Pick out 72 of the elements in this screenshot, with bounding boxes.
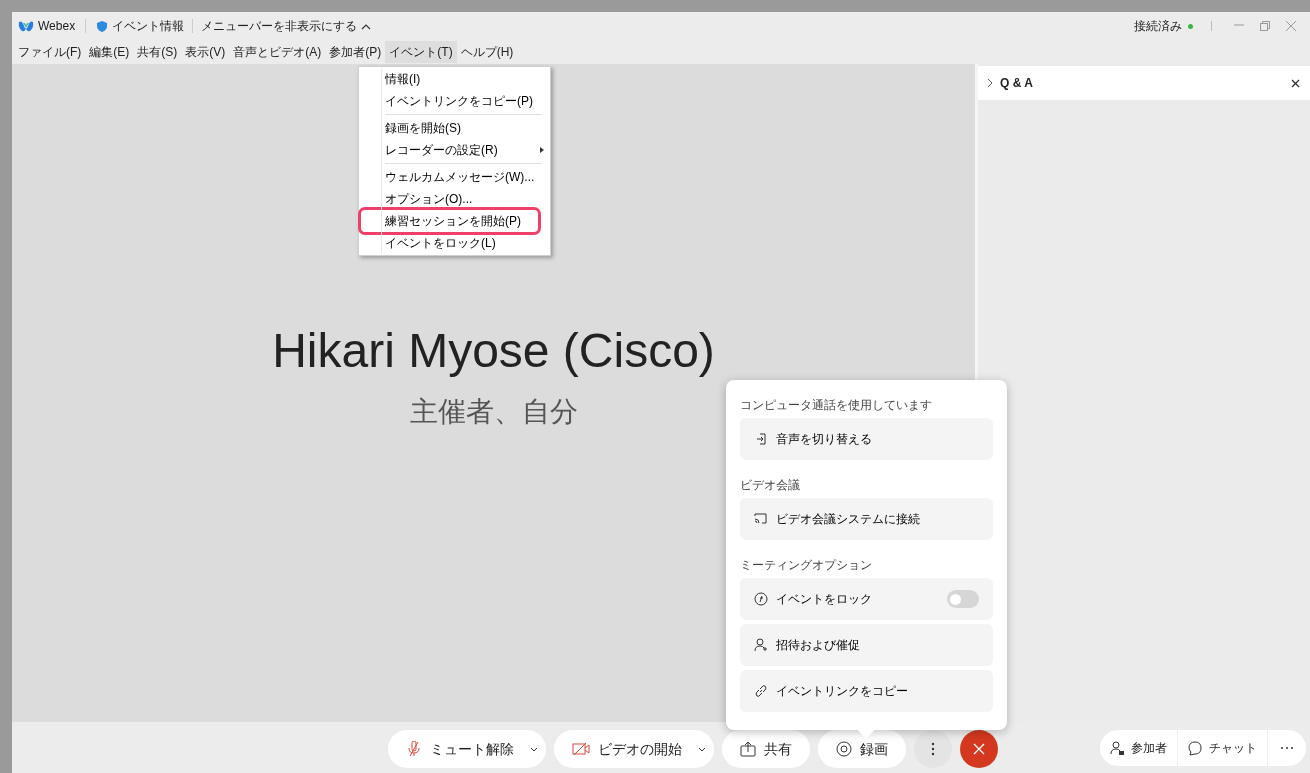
option-label: 音声を切り替える bbox=[776, 431, 873, 448]
option-label: イベントリンクをコピー bbox=[776, 683, 909, 700]
menu-item[interactable]: イベントをロック(L) bbox=[385, 232, 535, 254]
participant-role: 主催者、自分 bbox=[409, 395, 578, 429]
muted-microphone-icon bbox=[406, 741, 422, 757]
option-label: ビデオ会議システムに接続 bbox=[776, 511, 921, 528]
more-horizontal-icon bbox=[1280, 746, 1294, 750]
menu-bar-item[interactable]: 編集(E) bbox=[85, 41, 134, 63]
menu-bar-item[interactable]: ヘルプ(H) bbox=[456, 41, 518, 63]
button-label: 参加者 bbox=[1131, 740, 1167, 757]
participants-icon bbox=[1110, 740, 1125, 756]
section-heading: ミーティングオプション bbox=[740, 557, 873, 574]
side-panel-button[interactable]: チャット bbox=[1177, 730, 1267, 766]
section-heading: ビデオ会議 bbox=[740, 477, 801, 494]
record-icon bbox=[836, 741, 852, 757]
menu-bar-item[interactable]: 表示(V) bbox=[181, 41, 230, 63]
link-icon bbox=[754, 684, 768, 698]
close-icon bbox=[1285, 20, 1297, 32]
app-name: Webex bbox=[38, 18, 76, 35]
close-icon bbox=[973, 743, 985, 755]
leave-button[interactable] bbox=[960, 730, 998, 768]
button-label: 録画 bbox=[860, 739, 888, 759]
lock-circle-icon bbox=[754, 592, 768, 606]
toggle-switch[interactable] bbox=[947, 590, 979, 608]
participant-name: Hikari Myose (Cisco) bbox=[272, 323, 715, 379]
menu-bar-item[interactable]: 参加者(P) bbox=[325, 41, 386, 63]
option-row[interactable]: ビデオ会議システムに接続 bbox=[740, 498, 993, 540]
switch-audio-icon bbox=[754, 432, 768, 446]
button-label: チャット bbox=[1209, 740, 1257, 757]
video-off-icon bbox=[572, 741, 590, 757]
close-icon bbox=[1290, 78, 1300, 88]
panel-title: Q & A bbox=[1000, 75, 1034, 92]
option-label: 招待および催促 bbox=[776, 637, 861, 654]
shield-icon bbox=[96, 19, 109, 33]
event-info-button[interactable]: イベント情報 bbox=[112, 17, 185, 35]
option-label: イベントをロック bbox=[776, 591, 873, 608]
toolbar-button[interactable]: 録画 bbox=[818, 730, 906, 768]
menu-item[interactable]: 練習セッションを開始(P) bbox=[361, 210, 539, 232]
menu-item[interactable]: ウェルカムメッセージ(W)... bbox=[385, 166, 535, 188]
menu-item[interactable]: 情報(I) bbox=[385, 68, 535, 90]
chevron-up-icon bbox=[361, 22, 372, 30]
menu-item[interactable]: イベントリンクをコピー(P) bbox=[385, 90, 535, 112]
share-icon bbox=[740, 741, 756, 757]
connection-status: 接続済み bbox=[1134, 18, 1182, 35]
option-row[interactable]: イベントをロック bbox=[740, 578, 993, 620]
chat-bubble-icon bbox=[1188, 740, 1203, 756]
section-heading: コンピュータ通話を使用しています bbox=[740, 397, 933, 414]
option-row[interactable]: 音声を切り替える bbox=[740, 418, 993, 460]
menu-item[interactable]: 録画を開始(S) bbox=[385, 117, 535, 139]
side-panel-button[interactable]: 参加者 bbox=[1100, 730, 1177, 766]
more-vertical-icon bbox=[931, 742, 935, 756]
toolbar-button[interactable]: 共有 bbox=[722, 730, 810, 768]
menu-bar-item[interactable]: イベント(T) bbox=[385, 41, 457, 63]
chevron-right-icon bbox=[986, 78, 994, 88]
option-row[interactable]: 招待および催促 bbox=[740, 624, 993, 666]
menu-bar-item[interactable]: ファイル(F) bbox=[14, 41, 86, 63]
button-label: ミュート解除 bbox=[430, 739, 514, 759]
menu-bar-item[interactable]: 共有(S) bbox=[133, 41, 182, 63]
webex-logo-icon bbox=[18, 20, 34, 32]
add-person-icon bbox=[754, 638, 768, 652]
button-label: 共有 bbox=[764, 739, 792, 759]
more-options-button[interactable] bbox=[914, 730, 952, 768]
menu-item[interactable]: オプション(O)... bbox=[385, 188, 535, 210]
menu-item[interactable]: レコーダーの設定(R) bbox=[385, 139, 535, 161]
option-row[interactable]: イベントリンクをコピー bbox=[740, 670, 993, 712]
toolbar-button[interactable]: ビデオの開始 bbox=[554, 730, 714, 768]
hide-menu-bar-button[interactable]: メニューバーを非表示にする bbox=[201, 17, 372, 35]
button-label: ビデオの開始 bbox=[598, 739, 682, 759]
menu-bar-item[interactable]: 音声とビデオ(A) bbox=[229, 41, 326, 63]
toolbar-button[interactable]: ミュート解除 bbox=[388, 730, 546, 768]
restore-icon bbox=[1259, 20, 1271, 32]
cast-icon bbox=[754, 512, 768, 526]
